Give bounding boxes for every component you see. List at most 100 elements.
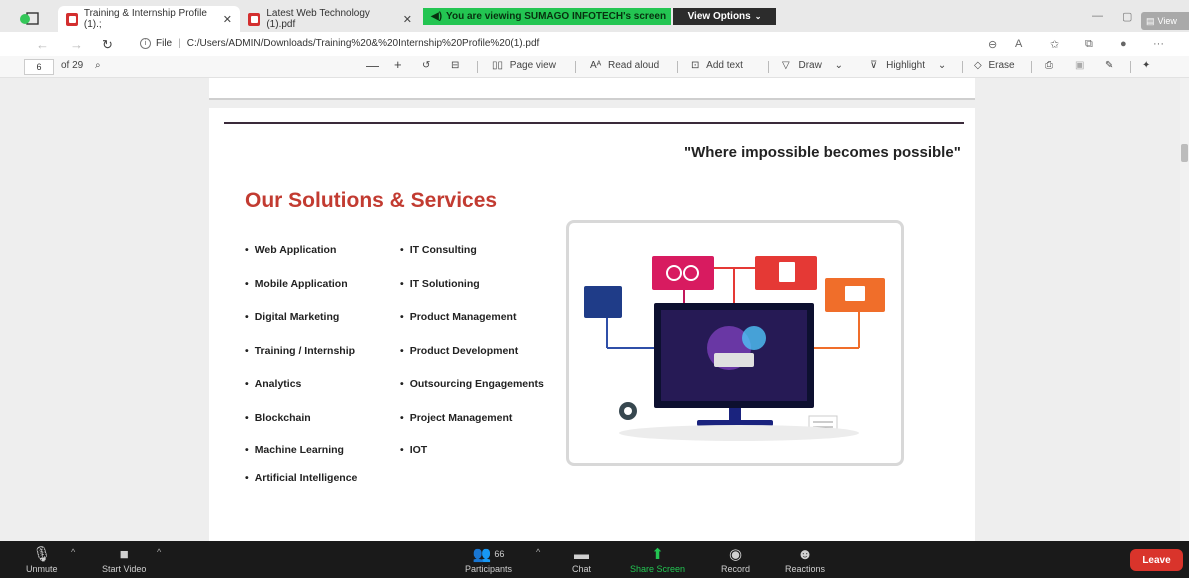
chat-icon: ▬ — [574, 545, 589, 563]
divider — [1031, 61, 1032, 73]
service-item: Blockchain — [245, 412, 311, 424]
pin-icon[interactable]: ✦ — [1142, 60, 1150, 71]
tab-title: Training & Internship Profile (1).; — [83, 8, 207, 30]
page-rule — [224, 122, 964, 124]
record-button[interactable]: ◉ Record — [721, 544, 750, 574]
view-icon: ▤ — [1146, 15, 1155, 26]
read-aloud-icon: Aᴬ — [590, 60, 602, 71]
service-item: IT Solutioning — [400, 278, 480, 290]
screen: Training & Internship Profile (1).; ✕ La… — [0, 0, 1189, 578]
page-view-label: Page view — [509, 60, 556, 71]
forward-icon[interactable]: → — [70, 37, 83, 52]
service-item: Digital Marketing — [245, 311, 340, 323]
share-banner: ◀) You are viewing SUMAGO INFOTECH's scr… — [423, 8, 671, 25]
tab-latest-web-technology[interactable]: Latest Web Technology (1).pdf ✕ — [240, 6, 420, 32]
view-button-label: View — [1157, 16, 1177, 26]
record-label: Record — [721, 564, 751, 574]
info-icon[interactable]: i — [140, 38, 151, 49]
service-item: Artificial Intelligence — [245, 472, 358, 484]
close-icon[interactable]: ✕ — [223, 13, 232, 26]
address-bar: ← → ↻ i File | C:/Users/ADMIN/Downloads/… — [0, 32, 1189, 56]
add-text-button[interactable]: ⊡ Add text — [691, 60, 743, 71]
divider — [575, 61, 576, 73]
draw-button[interactable]: ▽ Draw ⌄ — [782, 60, 843, 71]
participant-count: 66 — [494, 549, 505, 559]
highlight-icon: ⊽ — [870, 60, 878, 71]
service-item: Project Management — [400, 412, 513, 424]
page-view-icon: ▯▯ — [492, 60, 504, 71]
divider — [677, 61, 678, 73]
leave-button[interactable]: Leave — [1130, 549, 1183, 571]
view-button[interactable]: ▤ View — [1141, 12, 1189, 30]
save-icon[interactable]: ▣ — [1075, 60, 1084, 71]
page-number-input[interactable]: 6 — [24, 59, 54, 75]
service-item: Machine Learning — [245, 444, 344, 456]
zoom-out-icon[interactable]: — — [366, 58, 379, 73]
divider — [962, 61, 963, 73]
vertical-scrollbar[interactable] — [1180, 78, 1189, 541]
share-screen-icon: ⬆ — [651, 546, 664, 563]
read-aloud-icon[interactable]: A — [1015, 38, 1022, 50]
chevron-down-icon: ⌄ — [754, 12, 762, 21]
zoom-icon[interactable]: ⊖ — [988, 38, 997, 51]
participants-chevron-icon[interactable]: ^ — [536, 547, 540, 557]
participants-button[interactable]: 👥 66 Participants — [465, 544, 512, 574]
url-field[interactable]: i File | C:/Users/ADMIN/Downloads/Traini… — [140, 38, 539, 49]
service-item: Analytics — [245, 378, 302, 390]
page-heading: Our Solutions & Services — [245, 189, 498, 212]
reactions-label: Reactions — [785, 564, 826, 574]
video-options-chevron-icon[interactable]: ^ — [157, 547, 161, 557]
computer-illustration — [584, 256, 885, 441]
previous-page — [209, 78, 975, 100]
highlight-button[interactable]: ⊽ Highlight ⌄ — [870, 60, 946, 71]
draw-label: Draw — [798, 60, 822, 71]
page-total: of 29 — [61, 60, 84, 71]
rotate-icon[interactable]: ↺ — [422, 60, 430, 71]
restore-icon[interactable]: ▢ — [1122, 10, 1132, 23]
audio-options-chevron-icon[interactable]: ^ — [71, 547, 75, 557]
save-as-icon[interactable]: ✎ — [1105, 60, 1113, 71]
pdf-toolbar: 6 of 29 ⌕ — + ↺ ⊟ ▯▯ Page view Aᴬ Read a… — [0, 56, 1189, 78]
pdf-page: "Where impossible becomes possible" Our … — [209, 108, 975, 541]
start-video-button[interactable]: ■ Start Video — [102, 544, 147, 575]
more-icon[interactable]: ··· — [1153, 38, 1164, 50]
erase-button[interactable]: ◇ Erase — [974, 60, 1015, 71]
unmute-label: Unmute — [26, 564, 58, 574]
back-icon[interactable]: ← — [36, 37, 49, 52]
view-options-label: View Options — [687, 11, 751, 22]
view-options-button[interactable]: View Options ⌄ — [673, 8, 776, 25]
fit-page-icon[interactable]: ⊟ — [451, 60, 459, 71]
url-text: C:/Users/ADMIN/Downloads/Training%20&%20… — [186, 38, 540, 49]
scrollbar-thumb[interactable] — [1181, 144, 1188, 162]
search-icon[interactable]: ⌕ — [95, 60, 101, 71]
unmute-button[interactable]: 🎙 Unmute — [26, 544, 58, 574]
meeting-toolbar: 🎙 Unmute ^ ■ Start Video ^ 👥 66 Participa… — [0, 541, 1189, 578]
page-view-button[interactable]: ▯▯ Page view — [492, 60, 556, 71]
print-icon[interactable]: ⎙ — [1045, 60, 1053, 71]
read-aloud-label: Read aloud — [607, 60, 660, 71]
refresh-icon[interactable]: ↻ — [102, 37, 113, 53]
collections-icon[interactable]: ⧉ — [1085, 38, 1093, 51]
service-item: Outsourcing Engagements — [400, 378, 544, 390]
pdf-icon — [248, 12, 261, 26]
video-off-icon: ■ — [119, 545, 129, 563]
favorites-icon[interactable]: ✩ — [1050, 38, 1059, 51]
share-screen-button[interactable]: ⬆ Share Screen — [630, 544, 685, 574]
profile-icon[interactable]: ● — [1120, 38, 1127, 50]
url-prefix: File — [156, 38, 173, 49]
close-icon[interactable]: ✕ — [403, 13, 412, 26]
add-text-icon: ⊡ — [691, 60, 700, 71]
chat-label: Chat — [572, 564, 592, 574]
tab-title: Latest Web Technology (1).pdf — [266, 8, 370, 30]
zoom-in-icon[interactable]: + — [394, 57, 402, 72]
chat-button[interactable]: ▬ Chat — [572, 544, 592, 575]
muted-microphone-icon: 🎙 — [32, 546, 52, 563]
minimize-icon[interactable]: — — [1092, 10, 1103, 22]
chevron-down-icon: ⌄ — [834, 60, 843, 71]
start-video-label: Start Video — [102, 564, 147, 574]
service-item: IT Consulting — [400, 244, 477, 256]
tab-training-internship[interactable]: Training & Internship Profile (1).; ✕ — [58, 6, 240, 32]
reactions-button[interactable]: ☻ Reactions — [785, 544, 826, 575]
eraser-icon: ◇ — [974, 60, 982, 71]
read-aloud-button[interactable]: Aᴬ Read aloud — [590, 60, 659, 71]
